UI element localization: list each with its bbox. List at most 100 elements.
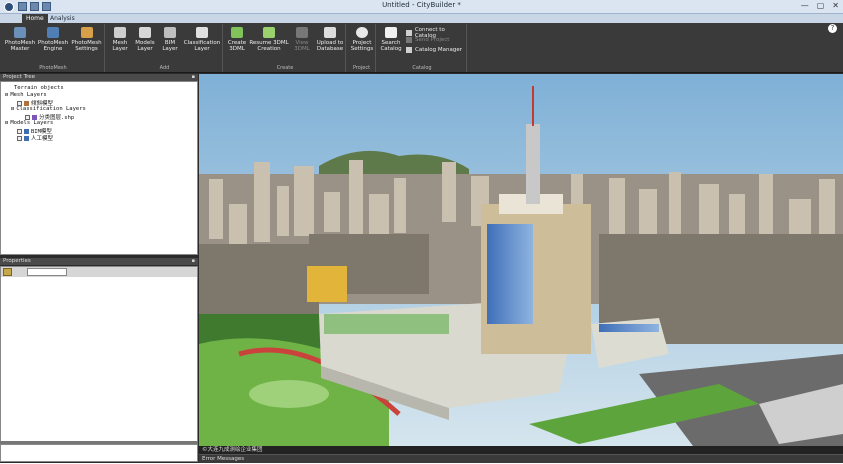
layer-checkbox[interactable] [17,100,22,106]
photomesh-settings-icon [80,27,93,38]
photomesh-engine-button[interactable]: PhotoMesh Engine [37,27,69,52]
tree-node-mesh-layers[interactable]: ⊟ Mesh Layers [5,92,47,98]
help-icon[interactable]: ? [828,24,837,33]
photomesh-engine-label: PhotoMesh Engine [37,40,69,52]
upload-icon [324,27,336,38]
view-3dml-icon [296,27,308,38]
resume-3dml-label: Resume 3DML Creation [249,40,289,52]
group-add: Mesh Layer Models Layer BIM Layer Classi… [107,24,223,72]
search-catalog-label: Search Catalog [380,40,402,52]
photomesh-master-label: PhotoMesh Master [4,40,36,52]
group-create: Create 3DML Resume 3DML Creation View 3D… [225,24,346,72]
error-messages-bar[interactable]: Error Messages [199,454,843,463]
expand-icon[interactable]: ⊟ [11,106,14,112]
properties-header: Properties ▪ [0,258,198,265]
catalog-manager-button[interactable]: Catalog Manager [406,47,462,53]
tree-node-label: Terrain objects [14,85,64,91]
upload-to-database-button[interactable]: Upload to Database [315,27,345,52]
classification-layer-icon [196,27,208,38]
tree-node-label: Classification Layers [16,106,86,112]
connect-icon [406,30,412,36]
viewport-watermark: ©大连九成测绘企业集团 [199,446,843,454]
close-button[interactable]: ✕ [832,1,839,10]
tree-node-terrain[interactable]: Terrain objects [14,85,64,91]
title-bar: Untitled - CityBuilder * — ▢ ✕ [0,0,843,14]
window-controls: — ▢ ✕ [801,1,839,10]
catalog-list-icon [385,27,397,38]
description-box [0,444,198,462]
app-window: Untitled - CityBuilder * — ▢ ✕ Home Anal… [0,0,843,463]
expand-icon[interactable]: ⊟ [5,92,8,98]
photomesh-settings-button[interactable]: PhotoMesh Settings [70,27,103,52]
search-catalog-button[interactable]: Search Catalog [379,27,403,52]
minimize-button[interactable]: — [801,1,809,10]
photomesh-settings-label: PhotoMesh Settings [71,40,102,52]
create-3dml-icon [231,27,243,38]
group-photomesh: PhotoMesh Master PhotoMesh Engine PhotoM… [2,24,105,72]
city-scene [199,74,843,454]
mesh-layer-icon [114,27,126,38]
send-icon [406,37,412,43]
photomesh-master-icon [14,27,26,38]
pin-icon[interactable]: ▪ [192,258,195,265]
view-3dml-label: View 3DML [294,40,310,52]
models-layer-button[interactable]: Models Layer [133,27,157,52]
create-3dml-button[interactable]: Create 3DML [226,27,248,52]
layer-checkbox[interactable] [17,128,22,134]
photomesh-engine-icon [47,27,59,38]
group-label-add: Add [159,65,170,71]
polygon-layer-icon [32,114,37,120]
catalog-manager-label: Catalog Manager [415,47,462,53]
upload-to-database-label: Upload to Database [316,40,344,52]
tools-icon [406,47,412,53]
tree-node-models-layers[interactable]: ⊟ Models Layers [5,120,53,126]
mesh-icon [24,100,29,106]
expand-icon[interactable]: ⊟ [5,120,8,126]
maximize-button[interactable]: ▢ [817,1,825,10]
group-project: Project Settings Project [348,24,376,72]
tree-node-label: Mesh Layers [10,92,47,98]
create-3dml-label: Create 3DML [227,40,247,52]
tab-analysis[interactable]: Analysis [46,14,79,23]
model-icon [24,135,29,141]
resume-3dml-creation-button[interactable]: Resume 3DML Creation [249,27,289,52]
classification-layer-button[interactable]: Classification Layer [183,27,221,52]
gear-icon [356,27,368,38]
pin-icon[interactable]: ▪ [192,74,195,81]
tree-node-classification-layers[interactable]: ⊟ Classification Layers [11,106,86,112]
send-project-label: Send Project [415,37,450,43]
photomesh-master-button[interactable]: PhotoMesh Master [4,27,36,52]
project-tree-title: Project Tree [3,74,36,80]
model-icon [24,128,29,134]
group-label-photomesh: PhotoMesh [39,65,67,71]
tree-node-label: 人工模型 [31,136,54,142]
3d-viewport[interactable] [199,74,843,454]
project-tree-header: Project Tree ▪ [0,74,198,81]
properties-filter-input[interactable] [27,268,67,276]
group-label-project: Project [352,65,371,71]
tree-node-label: Models Layers [10,120,54,126]
send-project-button[interactable]: Send Project [406,37,449,43]
window-title: Untitled - CityBuilder * [382,1,461,9]
layer-checkbox[interactable] [25,114,30,120]
sort-categorized-icon[interactable] [3,268,12,276]
models-layer-label: Models Layer [135,40,155,52]
project-settings-button[interactable]: Project Settings [349,27,375,52]
view-3dml-button[interactable]: View 3DML [291,27,313,52]
properties-title: Properties [3,258,31,264]
group-label-catalog: Catalog [412,65,432,71]
models-layer-icon [139,27,151,38]
mesh-layer-button[interactable]: Mesh Layer [109,27,131,52]
group-label-create: Create [276,65,294,71]
resume-3dml-icon [263,27,275,38]
ribbon-tabs: Home Analysis [0,14,843,23]
layer-checkbox[interactable] [17,135,22,141]
bim-layer-icon [164,27,176,38]
project-tree: Terrain objects ⊟ Mesh Layers 倾斜模型 ⊟ Cla… [0,81,198,255]
bim-layer-button[interactable]: BIM Layer [159,27,181,52]
tab-home[interactable]: Home [22,14,48,23]
tree-node-manual-model[interactable]: 人工模型 [17,134,53,142]
bim-layer-label: BIM Layer [162,40,178,52]
mesh-layer-label: Mesh Layer [112,40,128,52]
group-catalog: Search Catalog Connect to Catalog Send P… [378,24,467,72]
